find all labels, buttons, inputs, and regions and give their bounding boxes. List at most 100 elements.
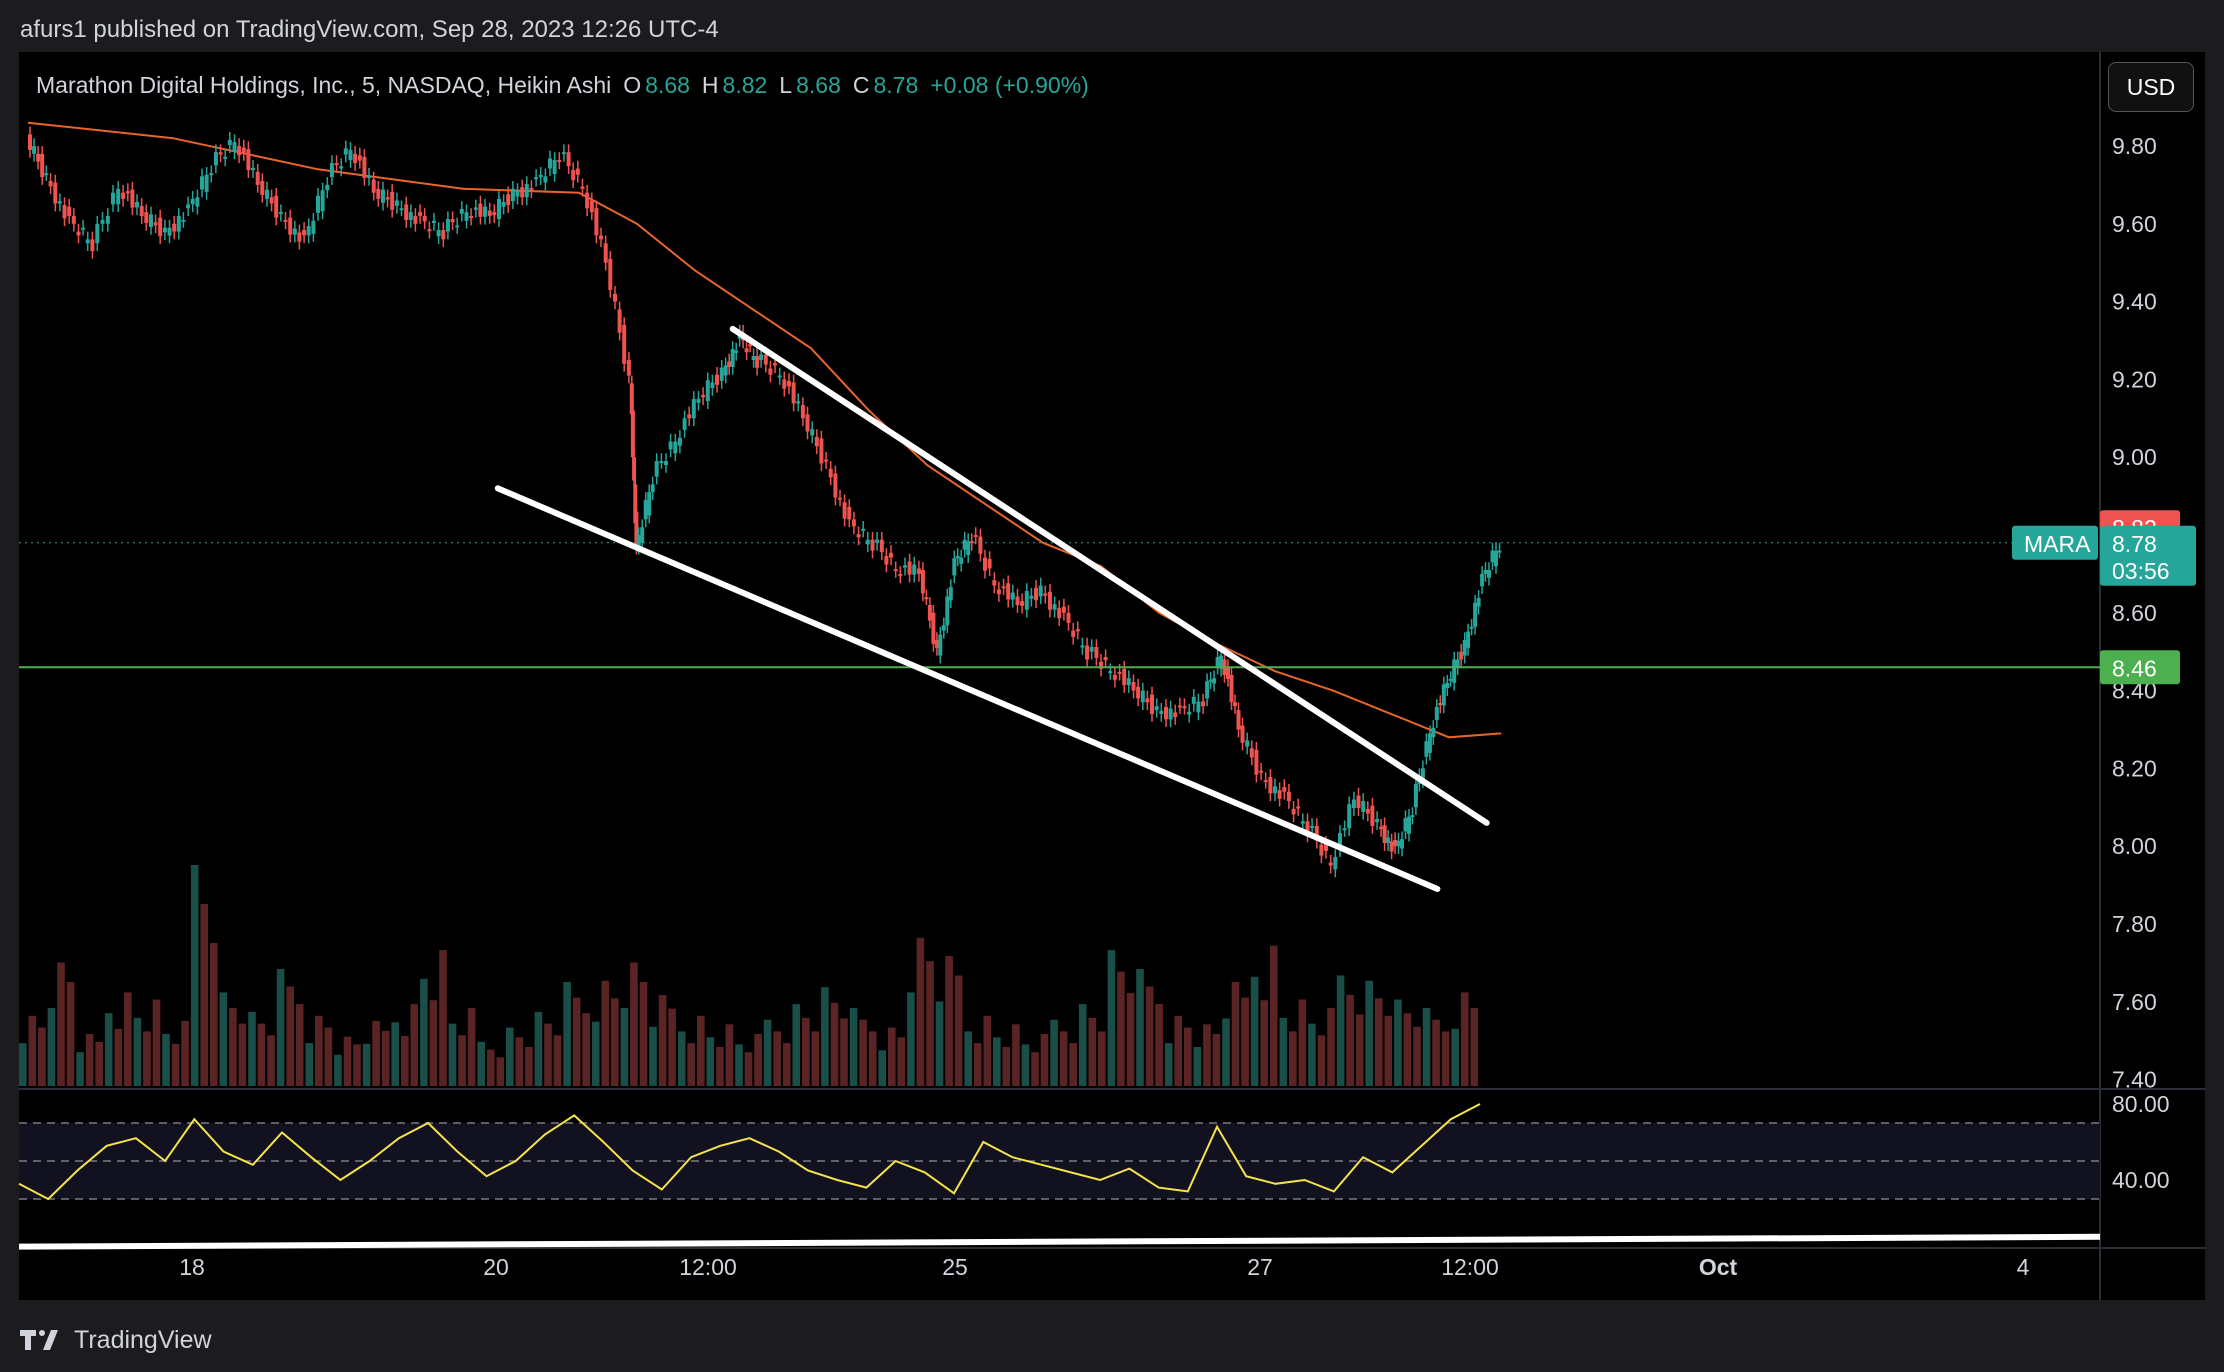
candle-body	[768, 368, 773, 375]
candle-body	[390, 191, 395, 210]
volume-bar	[1355, 1014, 1364, 1086]
candle-body	[1480, 573, 1485, 587]
volume-bar	[391, 1022, 399, 1086]
candle-body	[687, 414, 692, 419]
volume-bar	[1422, 1008, 1431, 1086]
volume-bar	[993, 1037, 1001, 1087]
volume-bar	[735, 1044, 743, 1086]
volume-bar	[544, 1023, 552, 1086]
candle-body	[209, 173, 214, 176]
candle-body	[664, 461, 668, 465]
volume-bar	[754, 1034, 762, 1086]
volume-bar	[276, 969, 285, 1086]
volume-bar	[1174, 1015, 1182, 1086]
candle-body	[292, 228, 297, 235]
candle-body	[53, 182, 58, 204]
volume-bar	[1241, 997, 1249, 1086]
volume-bar	[305, 1043, 314, 1086]
candle-body	[1150, 694, 1154, 714]
price-tick-label: 7.80	[2112, 911, 2157, 937]
candle-body	[36, 153, 41, 162]
candle-body	[833, 473, 838, 498]
candle-body	[1469, 626, 1474, 629]
volume-bar	[1078, 1004, 1087, 1086]
symbol-name[interactable]: Marathon Digital Holdings, Inc., 5, NASD…	[36, 72, 611, 99]
candle-body	[996, 589, 1001, 595]
volume-bar	[945, 956, 953, 1086]
candle-body	[1466, 631, 1471, 648]
candle-body	[948, 587, 953, 601]
candle-body	[1061, 606, 1066, 613]
candle-body	[162, 227, 167, 233]
candle-body	[1473, 602, 1478, 627]
candle-body	[427, 229, 432, 232]
candle-body	[916, 568, 921, 574]
candle-body	[1029, 595, 1034, 599]
candle-body	[640, 527, 645, 543]
volume-bar	[716, 1047, 724, 1086]
candle-body	[1052, 604, 1057, 610]
volume-bar	[19, 1043, 27, 1086]
candle-body	[773, 363, 777, 366]
footer-brand[interactable]: TradingView	[20, 1320, 212, 1360]
volume-bar	[687, 1043, 695, 1086]
candle-body	[1277, 790, 1282, 799]
volume-bar	[66, 982, 75, 1086]
time-tick-label: 27	[1247, 1254, 1273, 1280]
volume-bar	[1222, 1018, 1230, 1086]
volume-bar	[802, 1017, 810, 1087]
candle-body	[158, 217, 163, 237]
candle-body	[213, 152, 218, 166]
candle-body	[246, 149, 251, 171]
candle-body	[125, 191, 130, 194]
volume-bar	[1317, 1035, 1326, 1086]
candle-body	[432, 220, 436, 223]
candle-body	[1259, 770, 1264, 773]
candle-body	[924, 597, 929, 600]
candle-body	[506, 194, 511, 206]
ohlc-values: O 8.68	[623, 72, 690, 99]
candle-body	[1229, 675, 1234, 703]
candle-body	[710, 382, 715, 388]
candle-body	[1094, 647, 1099, 658]
candle-body	[1154, 706, 1159, 711]
change-value: +0.08 (+0.90%)	[930, 72, 1089, 98]
candle-body	[1240, 725, 1245, 743]
candle-body	[734, 350, 739, 353]
candle-body	[153, 222, 158, 226]
volume-bar	[1203, 1024, 1211, 1087]
candle-body	[566, 152, 571, 167]
candle-body	[561, 152, 566, 155]
candle-body	[100, 219, 105, 224]
candle-body	[557, 160, 562, 162]
candle-body	[1140, 690, 1145, 703]
high-value: 8.82	[722, 72, 768, 98]
currency-button[interactable]: USD	[2108, 62, 2194, 112]
candle-body	[283, 219, 288, 222]
candle-body	[1122, 668, 1127, 686]
volume-bar	[257, 1023, 266, 1086]
volume-bar	[95, 1041, 103, 1086]
candle-body	[1396, 840, 1401, 847]
candle-body	[76, 231, 81, 236]
price-tick-label: 9.00	[2112, 444, 2157, 470]
price-tick-label: 7.60	[2112, 989, 2157, 1015]
volume-bar	[1375, 998, 1383, 1087]
volume-bar	[677, 1031, 686, 1086]
volume-bar	[1193, 1047, 1202, 1086]
axis-labels: 9.809.609.409.209.008.608.408.208.007.80…	[179, 133, 2169, 1280]
price-tick-label: 8.60	[2112, 600, 2157, 626]
candle-body	[1410, 815, 1415, 818]
candle-body	[44, 173, 49, 176]
candle-body	[469, 216, 474, 218]
candle-body	[1365, 808, 1370, 814]
candle-body	[589, 200, 594, 213]
candle-body	[952, 558, 957, 576]
candle-body	[357, 155, 362, 161]
candle-body	[28, 134, 32, 150]
candle-body	[1136, 686, 1141, 699]
candle-body	[1333, 857, 1338, 870]
open-label: O	[623, 72, 642, 98]
candle-body	[1208, 679, 1213, 682]
volume-bar	[897, 1037, 906, 1087]
